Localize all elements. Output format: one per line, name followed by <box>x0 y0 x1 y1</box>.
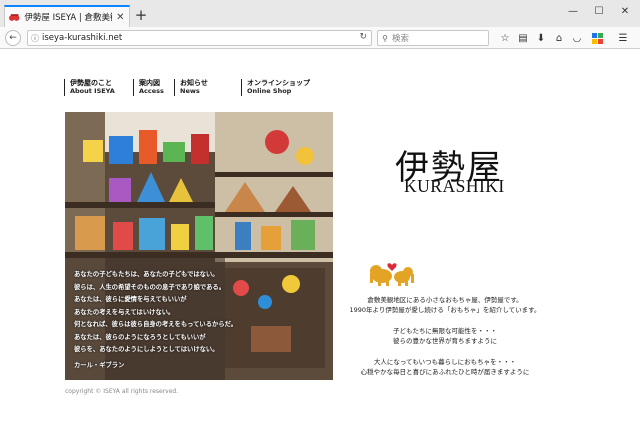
tab-close-icon[interactable]: ✕ <box>116 12 125 23</box>
menu-label-en: About ISEYA <box>70 87 115 95</box>
intro-line: 心穏やかな毎日と喜びにあふれたひと時が届きますように <box>360 368 530 376</box>
quote-line: あなたは、彼らのようになろうとしてもいいが <box>74 333 206 341</box>
bookmark-star-icon[interactable]: ☆ <box>498 31 512 45</box>
quote-line: あなたの考えを与えてはいけない。 <box>74 308 175 316</box>
intro-text: 倉敷美観地区にある小さなおもちゃ屋、伊勢屋です。 1990年より伊勢屋が愛し続け… <box>330 295 560 377</box>
menu-label-en: Access <box>139 87 164 95</box>
maximize-button[interactable]: ☐ <box>586 0 612 22</box>
copyright: copyright © ISEYA all rights reserved. <box>65 388 179 395</box>
quote-line: 何となれば、彼らは彼ら自身の考えをもっているからだ。 <box>74 321 238 328</box>
back-button[interactable]: ← <box>5 30 21 46</box>
menu-label-ja: 案内図 <box>139 79 160 87</box>
url-bar[interactable]: ⓘ iseya-kurashiki.net ↻ <box>27 30 372 46</box>
download-icon[interactable]: ⬇ <box>534 31 548 45</box>
logo-english[interactable]: KURASHIKI <box>404 176 505 197</box>
navigation-bar: ← ⓘ iseya-kurashiki.net ↻ ⚲ 検索 ☆ ▤ ⬇ ⌂ ◡… <box>0 27 640 49</box>
toy-shop-photo: あなたの子どもたちは、あなたの子どもではない。 彼らは、人生の希望そのものの息子… <box>65 112 333 380</box>
quote-line: あなたの子どもたちは、あなたの子どもではない。 <box>74 271 219 278</box>
intro-line: 彼らの豊かな世界が育ちますように <box>393 337 497 345</box>
menu-item-news[interactable]: お知らせ News <box>174 79 241 96</box>
library-icon[interactable]: ▤ <box>516 31 530 45</box>
home-icon[interactable]: ⌂ <box>552 31 566 45</box>
quote-line: あなたは、彼らに愛情を与えてもいいが <box>74 296 187 303</box>
intro-line: 大人になってもいつも暮らしにおもちゃを・・・ <box>373 358 517 366</box>
info-icon[interactable]: ⓘ <box>28 33 42 44</box>
extension-icon[interactable] <box>590 31 604 45</box>
minimize-button[interactable]: — <box>560 0 586 22</box>
back-arrow-icon: ← <box>9 33 17 43</box>
search-icon: ⚲ <box>382 33 388 43</box>
menu-hamburger-icon[interactable]: ☰ <box>616 31 630 45</box>
menu-item-access[interactable]: 案内図 Access <box>133 79 174 96</box>
search-placeholder[interactable]: 検索 <box>392 32 409 44</box>
menu-label-en: Online Shop <box>247 87 292 95</box>
favicon-icon <box>9 13 20 21</box>
site-menu: 伊勢屋のこと About ISEYA 案内図 Access お知らせ News … <box>64 79 321 96</box>
menu-label-ja: オンラインショップ <box>247 79 310 87</box>
menu-label-ja: お知らせ <box>180 79 208 87</box>
menu-item-online-shop[interactable]: オンラインショップ Online Shop <box>241 79 321 96</box>
intro-line: 子どもたちに無限な可能性を・・・ <box>393 327 497 335</box>
close-window-button[interactable]: ✕ <box>612 0 638 22</box>
tab-title: 伊勢屋 ISEYA | 倉敷美観地区 <box>24 13 111 23</box>
url-text[interactable]: iseya-kurashiki.net <box>42 33 122 43</box>
menu-item-about[interactable]: 伊勢屋のこと About ISEYA <box>64 79 133 96</box>
menu-label-ja: 伊勢屋のこと <box>70 79 112 87</box>
intro-line: 1990年より伊勢屋が愛し続ける「おもちゃ」を紹介しています。 <box>349 306 541 314</box>
quote-block: あなたの子どもたちは、あなたの子どもではない。 彼らは、人生の希望そのものの息子… <box>74 269 237 372</box>
extension-graphic <box>591 32 603 44</box>
menu-label-en: News <box>180 87 200 95</box>
reload-icon[interactable]: ↻ <box>359 32 367 42</box>
quote-line: 彼らを、あなたのようにしようとしてはいけない。 <box>74 346 219 353</box>
quote-line: 彼らは、人生の希望そのものの息子であり娘である。 <box>74 283 225 291</box>
quote-author: カール・ギブラン <box>74 361 125 369</box>
web-page: 伊勢屋のこと About ISEYA 案内図 Access お知らせ News … <box>0 50 640 442</box>
elephant-mascot-icon <box>370 263 414 286</box>
title-bar: 伊勢屋 ISEYA | 倉敷美観地区 ✕ + — ☐ ✕ <box>0 0 640 27</box>
new-tab-button[interactable]: + <box>134 7 148 23</box>
browser-tab[interactable]: 伊勢屋 ISEYA | 倉敷美観地区 ✕ <box>4 5 130 27</box>
search-bar[interactable]: ⚲ 検索 <box>377 30 489 46</box>
intro-line: 倉敷美観地区にある小さなおもちゃ屋、伊勢屋です。 <box>367 296 523 304</box>
pocket-icon[interactable]: ◡ <box>570 31 584 45</box>
